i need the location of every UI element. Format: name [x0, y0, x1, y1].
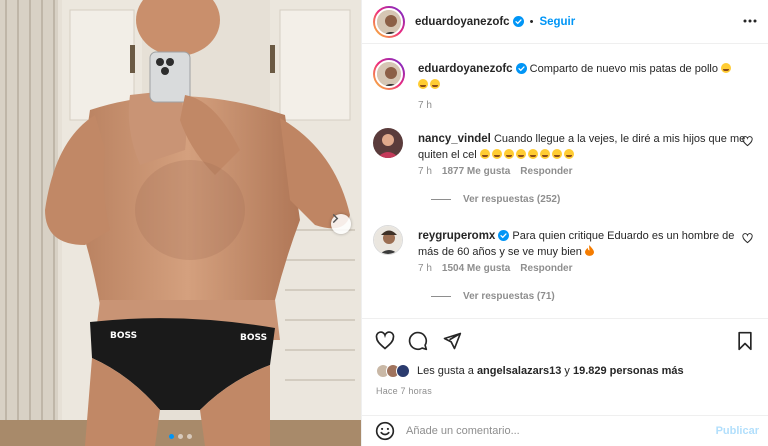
verified-badge-icon: [515, 63, 527, 74]
carousel-indicator: [0, 434, 361, 439]
laughing-emoji-icon: [539, 149, 550, 159]
comment-likes[interactable]: 1504 Me gusta: [442, 263, 510, 274]
fire-emoji-icon: [584, 245, 594, 256]
caption-meta: 7 h: [418, 100, 432, 111]
carousel-dot: [187, 434, 192, 439]
laughing-emoji-icon: [515, 149, 526, 159]
add-comment-bar: Publicar: [362, 415, 768, 446]
instagram-post-viewer: BOSS BOSS eduardoyanezofc • Seguir eduar…: [0, 0, 768, 446]
likes-prefix: Les gusta a: [417, 365, 474, 377]
heart-icon[interactable]: [742, 136, 753, 147]
comment-time: 7 h: [418, 263, 432, 274]
comment-username[interactable]: nancy_vindel: [418, 133, 491, 145]
comment-item: nancy_vindel Cuando llegue a la vejes, l…: [373, 128, 753, 208]
likes-text: Les gusta a angelsalazars13 y 19.829 per…: [417, 365, 684, 377]
laughing-emoji-icon: [479, 149, 490, 159]
laughing-emoji-icon: [430, 79, 440, 89]
caption-text: Comparto de nuevo mis patas de pollo: [529, 63, 718, 75]
laughing-emoji-icon: [721, 63, 732, 73]
replies-divider: [431, 296, 451, 297]
chevron-right-icon: [332, 214, 339, 223]
avatar-image: [374, 226, 402, 254]
comment-body: reygruperomx Para quien critique Eduardo…: [418, 228, 748, 260]
header-separator: •: [529, 15, 534, 28]
next-slide-button[interactable]: [331, 214, 351, 234]
avatar-image: [377, 9, 401, 34]
replies-divider: [431, 199, 451, 200]
comment-time: 7 h: [418, 166, 432, 177]
comment-item: reygruperomx Para quien critique Eduardo…: [373, 225, 753, 305]
avatar-image: [373, 128, 403, 158]
view-replies-label: Ver respuestas (71): [463, 291, 555, 302]
likes-summary: Les gusta a angelsalazars13 y 19.829 per…: [376, 364, 684, 378]
caption: eduardoyanezofc Comparto de nuevo mis pa…: [373, 58, 753, 118]
avatar-image: [377, 62, 401, 86]
bookmark-icon[interactable]: [736, 331, 754, 351]
share-icon[interactable]: [442, 331, 462, 351]
svg-text:BOSS: BOSS: [240, 333, 267, 343]
author-avatar[interactable]: [373, 5, 405, 38]
comment-input[interactable]: [406, 425, 696, 437]
laughing-emoji-icon: [491, 149, 502, 159]
commenter-avatar[interactable]: [373, 225, 403, 255]
publish-button[interactable]: Publicar: [716, 425, 759, 437]
comment-meta: 7 h 1877 Me gusta Responder: [418, 166, 573, 177]
comment-username[interactable]: reygruperomx: [418, 230, 495, 242]
post-image-illustration: BOSS BOSS: [0, 0, 361, 446]
heart-icon[interactable]: [742, 233, 753, 244]
emoji-icon[interactable]: [375, 421, 395, 441]
author-username[interactable]: eduardoyanezofc: [415, 16, 510, 28]
carousel-dot: [178, 434, 183, 439]
liker-avatar: [396, 364, 410, 378]
verified-badge-icon: [512, 16, 524, 27]
comment-likes[interactable]: 1877 Me gusta: [442, 166, 510, 177]
comment-meta: 7 h 1504 Me gusta Responder: [418, 263, 573, 274]
heart-icon[interactable]: [375, 331, 395, 351]
action-bar: [362, 318, 768, 362]
caption-body: eduardoyanezofc Comparto de nuevo mis pa…: [418, 61, 748, 93]
comments-list[interactable]: eduardoyanezofc Comparto de nuevo mis pa…: [362, 45, 768, 315]
caption-time: 7 h: [418, 100, 432, 111]
more-options-icon[interactable]: [743, 14, 757, 28]
caption-username[interactable]: eduardoyanezofc: [418, 63, 513, 75]
verified-badge-icon: [498, 230, 510, 241]
view-replies-button[interactable]: Ver respuestas (252): [431, 194, 560, 205]
comment-body: nancy_vindel Cuando llegue a la vejes, l…: [418, 131, 748, 163]
laughing-emoji-icon: [527, 149, 538, 159]
post-timestamp: Hace 7 horas: [376, 386, 432, 396]
laughing-emoji-icon: [563, 149, 574, 159]
laughing-emoji-icon: [418, 79, 428, 89]
comment-icon[interactable]: [408, 331, 428, 351]
laughing-emoji-icon: [503, 149, 514, 159]
post-header: eduardoyanezofc • Seguir: [362, 0, 768, 44]
likes-others[interactable]: 19.829 personas más: [573, 365, 684, 377]
post-details-panel: eduardoyanezofc • Seguir eduardoyanezofc…: [361, 0, 768, 446]
likes-user[interactable]: angelsalazars13: [477, 365, 561, 377]
laughing-emoji-icon: [551, 149, 562, 159]
post-photo[interactable]: BOSS BOSS: [0, 0, 361, 446]
follow-button[interactable]: Seguir: [539, 16, 575, 28]
reply-button[interactable]: Responder: [520, 166, 572, 177]
likes-connector: y: [564, 365, 570, 377]
caption-avatar[interactable]: [373, 58, 405, 90]
view-replies-button[interactable]: Ver respuestas (71): [431, 291, 555, 302]
reply-button[interactable]: Responder: [520, 263, 572, 274]
carousel-dot-active: [169, 434, 174, 439]
svg-text:BOSS: BOSS: [110, 331, 137, 341]
commenter-avatar[interactable]: [373, 128, 403, 158]
view-replies-label: Ver respuestas (252): [463, 194, 561, 205]
